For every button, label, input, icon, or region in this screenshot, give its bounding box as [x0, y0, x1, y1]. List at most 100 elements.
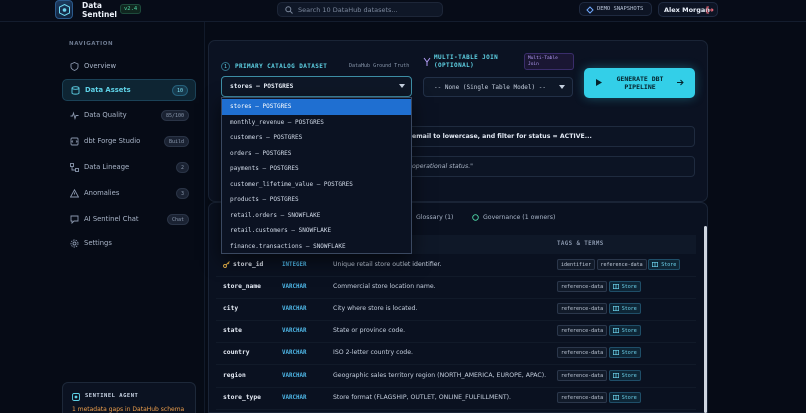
column-description: State or province code.	[333, 327, 406, 334]
generate-dbt-pipeline-button[interactable]: GENERATE DBT PIPELINE	[584, 68, 695, 98]
glossary-term-label: Store	[661, 262, 677, 268]
sidebar-item-ai-sentinel-chat[interactable]: AI Sentinel Chat Chat	[62, 209, 196, 231]
agent-warning: 1 metadata gaps in DataHub schema	[72, 406, 185, 413]
dropdown-option[interactable]: payments — POSTGRES	[222, 161, 411, 177]
search-icon	[285, 6, 293, 14]
glossary-term-chip[interactable]: Store	[608, 325, 641, 336]
column-name: store_name	[223, 283, 261, 290]
join-table-select[interactable]: -- None (Single Table Model) --	[423, 77, 573, 97]
user-menu-button[interactable]: Alex Morgan	[658, 2, 718, 17]
brand-line2: Sentinel	[82, 10, 117, 19]
column-description: City where store is located.	[333, 305, 418, 312]
column-name: region	[223, 372, 246, 379]
table-row[interactable]: country VARCHAR ISO 2-letter country code.…	[216, 343, 696, 365]
sidebar-item-anomalies[interactable]: Anomalies 3	[62, 183, 196, 205]
book-icon	[612, 395, 619, 400]
database-icon	[71, 86, 80, 95]
dropdown-option[interactable]: customers — POSTGRES	[222, 130, 411, 146]
tag-chip[interactable]: reference-data	[557, 325, 608, 336]
glossary-term-chip[interactable]: Store	[608, 347, 641, 358]
sidebar-item-overview[interactable]: Overview	[62, 56, 196, 78]
sidebar-item-label: Overview	[84, 62, 116, 70]
version-badge: v2.4	[120, 4, 142, 14]
join-label-line1: MULTI-TABLE JOIN	[434, 54, 499, 61]
primary-dataset-dropdown[interactable]: stores — POSTGRES monthly_revenue — POSTG…	[221, 97, 412, 254]
dropdown-option[interactable]: stores — POSTGRES	[222, 99, 411, 115]
column-description: Store format (FLAGSHIP, OUTLET, ONLINE_F…	[333, 394, 511, 401]
column-description: Commercial store location name.	[333, 283, 436, 290]
glossary-term-chip[interactable]: Store	[608, 392, 641, 403]
tag-chip[interactable]: reference-data	[557, 370, 608, 381]
tag-chip[interactable]: reference-data	[557, 392, 608, 403]
code-icon	[70, 137, 79, 146]
warning-icon	[70, 189, 79, 198]
dropdown-option[interactable]: customer_lifetime_value — POSTGRES	[222, 177, 411, 193]
brand-line1: Data	[82, 1, 102, 10]
dropdown-option[interactable]: products — POSTGRES	[222, 192, 411, 208]
book-icon	[612, 373, 619, 378]
primary-dataset-select[interactable]: stores — POSTGRES	[221, 76, 412, 97]
dropdown-option[interactable]: finance.transactions — SNOWFLAKE	[222, 239, 411, 255]
instruction-text: email to lowercase, and filter for statu…	[412, 133, 592, 140]
sidebar-item-dbt-forge-studio[interactable]: dbt Forge Studio Build	[62, 131, 196, 153]
tag-chip[interactable]: reference-data	[557, 281, 608, 292]
glossary-term-chip[interactable]: Store	[608, 303, 641, 314]
tag-chip[interactable]: identifier	[557, 259, 596, 270]
count-badge: Chat	[166, 214, 189, 225]
sidebar-item-label: Settings	[84, 239, 112, 247]
sidebar-item-label: Data Lineage	[84, 163, 130, 171]
sidebar-item-settings[interactable]: Settings	[62, 233, 196, 255]
primary-dataset-value: stores — POSTGRES	[230, 83, 294, 90]
tab-governance-label: Governance (1 owners)	[483, 214, 556, 221]
sidebar-item-data-assets[interactable]: Data Assets 10	[62, 79, 196, 101]
play-icon	[596, 79, 602, 86]
dropdown-option[interactable]: monthly_revenue — POSTGRES	[222, 115, 411, 131]
glossary-term-chip[interactable]: Store	[648, 259, 681, 270]
table-row[interactable]: store_type VARCHAR Store format (FLAGSHIP,…	[216, 388, 696, 410]
table-row[interactable]: city VARCHAR City where store is located. r…	[216, 299, 696, 321]
dropdown-option[interactable]: retail.customers — SNOWFLAKE	[222, 223, 411, 239]
scrollbar[interactable]	[704, 226, 707, 413]
glossary-term-chip[interactable]: Store	[608, 370, 641, 381]
tag-chip[interactable]: reference-data	[596, 259, 647, 270]
tag-chip[interactable]: reference-data	[557, 347, 608, 358]
column-name: state	[223, 327, 242, 334]
join-label: MULTI-TABLE JOIN (OPTIONAL)	[434, 54, 498, 70]
demo-snapshots-button[interactable]: DEMO SNAPSHOTS	[579, 2, 652, 16]
sidebar-item-label: dbt Forge Studio	[84, 137, 141, 145]
key-icon	[223, 261, 230, 268]
count-badge: 2	[175, 162, 189, 173]
dropdown-option[interactable]: retail.orders — SNOWFLAKE	[222, 208, 411, 224]
pulse-icon	[70, 111, 79, 120]
governance-icon	[472, 214, 479, 221]
glossary-term-label: Store	[621, 395, 637, 401]
count-badge: 85/100	[160, 110, 189, 121]
tab-glossary[interactable]: Glossary (1)	[416, 214, 453, 221]
generate-label: GENERATE DBT PIPELINE	[616, 75, 664, 91]
sentinel-agent-card[interactable]: SENTINEL AGENT 1 metadata gaps in DataHu…	[62, 382, 196, 413]
logo	[55, 0, 73, 19]
sidebar-item-data-quality[interactable]: Data Quality 85/100	[62, 105, 196, 127]
join-table-value: -- None (Single Table Model) --	[434, 84, 546, 91]
logout-icon[interactable]	[706, 6, 714, 14]
tab-governance[interactable]: Governance (1 owners)	[472, 214, 556, 221]
sidebar-item-label: Data Assets	[85, 86, 131, 94]
table-row[interactable]: store_name VARCHAR Commercial store locati…	[216, 277, 696, 299]
column-type: VARCHAR	[282, 350, 307, 356]
lineage-icon	[70, 163, 79, 172]
column-type: INTEGER	[282, 262, 307, 268]
tag-chip[interactable]: reference-data	[557, 303, 608, 314]
glossary-term-label: Store	[621, 350, 637, 356]
search-input[interactable]: Search 10 DataHub datasets...	[277, 2, 443, 17]
table-row[interactable]: state VARCHAR State or province code. refer…	[216, 321, 696, 343]
glossary-term-chip[interactable]: Store	[608, 281, 641, 292]
join-icon	[423, 57, 431, 66]
table-row[interactable]: store_id INTEGER Unique retail store outle…	[216, 255, 696, 277]
column-name: country	[223, 349, 250, 356]
column-type: VARCHAR	[282, 395, 307, 401]
nav-heading: NAVIGATION	[69, 41, 114, 47]
join-label-line2: (OPTIONAL)	[434, 62, 475, 69]
sidebar-item-data-lineage[interactable]: Data Lineage 2	[62, 157, 196, 179]
table-row[interactable]: region VARCHAR Geographic sales territory …	[216, 366, 696, 388]
dropdown-option[interactable]: orders — POSTGRES	[222, 146, 411, 162]
